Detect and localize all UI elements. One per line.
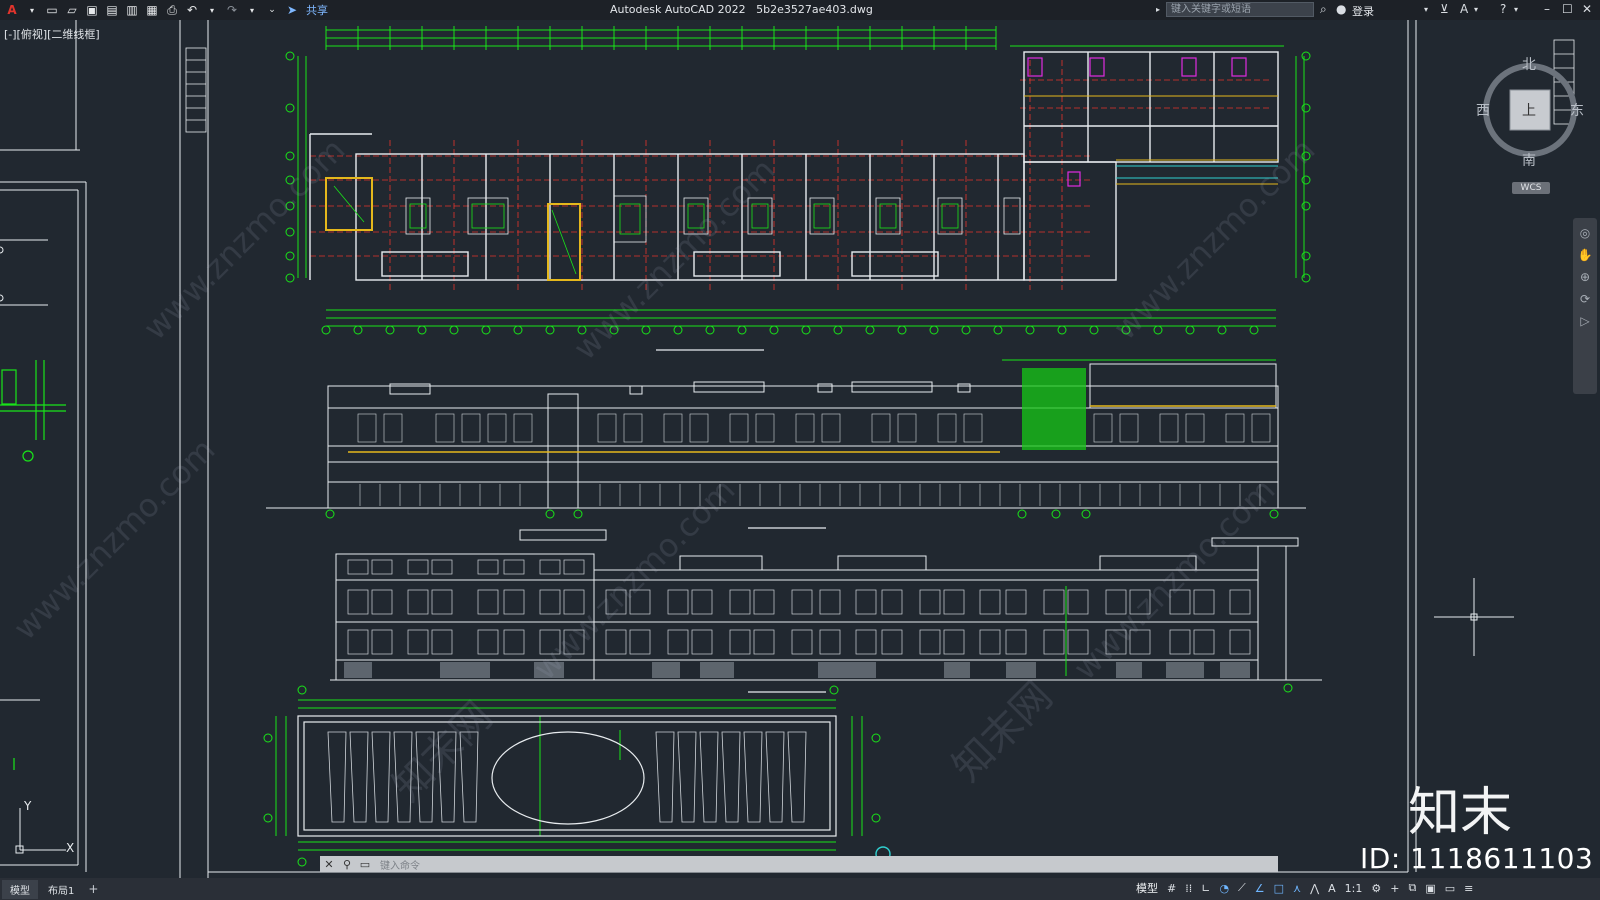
customize-command-icon[interactable]: ⚲ [338,858,356,871]
undo-icon[interactable]: ↶ [184,2,200,18]
customize-toolbar-icon[interactable]: ⌄ [264,2,280,18]
pan-icon[interactable]: ✋ [1573,248,1597,262]
snap-mode-icon[interactable]: ⁞⁞ [1185,882,1192,895]
view-cube[interactable]: 北 南 西 东 上 [1476,57,1588,170]
steering-wheel-icon[interactable]: ◎ [1573,226,1597,240]
search-input[interactable]: 键入关键字或短语 [1166,2,1314,17]
title-block-left [185,47,207,133]
login-dropdown-icon[interactable]: ▾ [1424,5,1428,14]
tab-layout1[interactable]: 布局1 [40,880,82,899]
cart-icon[interactable]: ⊻ [1440,2,1449,16]
login-button[interactable]: 登录 [1352,3,1374,19]
close-icon[interactable]: ✕ [1582,2,1592,16]
brand-logo: 知末 [1408,783,1513,843]
maximize-icon[interactable]: ☐ [1562,2,1573,16]
clean-screen-icon[interactable]: ▭ [1445,882,1455,895]
green-facade-panel [1022,368,1086,450]
compass-south[interactable]: 南 [1522,150,1536,170]
isolate-objects-icon[interactable]: ⧉ [1408,881,1416,895]
share-icon[interactable]: ➤ [284,2,300,18]
print-icon[interactable]: ⎙ [164,2,180,18]
user-icon[interactable]: ● [1336,2,1346,16]
add-layout-icon[interactable]: + [88,882,98,896]
annotation-scale-icon[interactable]: A [1328,882,1336,895]
command-line[interactable]: ✕ ⚲ ▭ 键入命令 [320,856,1278,872]
a360-dropdown-icon[interactable]: ▾ [1474,5,1478,14]
tab-model[interactable]: 模型 [2,879,38,899]
hardware-acceleration-icon[interactable]: ▣ [1425,882,1435,895]
svg-text:Y: Y [23,799,32,813]
save-as-icon[interactable]: ▤ [104,2,120,18]
model-space-button[interactable]: 模型 [1136,880,1158,896]
undo-dropdown-icon[interactable]: ▾ [204,2,220,18]
auto-scale-icon[interactable]: ⋀ [1310,882,1319,895]
autodesk-a360-icon[interactable]: A [1460,2,1468,16]
isodraft-icon[interactable]: ⟋ [1238,881,1246,895]
recent-commands-icon[interactable]: ▭ [356,858,374,871]
redo-dropdown-icon[interactable]: ▾ [244,2,260,18]
viewport-controls[interactable]: [-][俯视][二维线框] [4,26,100,42]
grid-icon[interactable]: # [1167,882,1176,895]
search-icon[interactable]: ⌕ [1320,2,1334,16]
navigation-bar: ◎ ✋ ⊕ ⟳ ▷ [1573,218,1597,394]
compass-west[interactable]: 西 [1476,100,1490,120]
quick-access-toolbar: A ▾ ▭ ▱ ▣ ▤ ▥ ▦ ⎙ ↶ ▾ ↷ ▾ ⌄ ➤ 共享 [0,0,328,20]
compass-north[interactable]: 北 [1522,54,1536,74]
print-preview-icon[interactable]: ▦ [144,2,160,18]
window-title: Autodesk AutoCAD 2022 5b2e3527ae403.dwg [610,3,873,16]
ortho-icon[interactable]: ∟ [1201,882,1210,895]
command-input[interactable]: 键入命令 [380,857,420,872]
crosshair-cursor [1434,578,1514,656]
publish-icon[interactable]: ▥ [124,2,140,18]
customize-status-icon[interactable]: ≡ [1464,882,1473,895]
object-snap-icon[interactable]: □ [1274,882,1284,895]
help-icon[interactable]: ? [1500,2,1506,16]
site-plan [263,685,881,867]
redo-icon[interactable]: ↷ [224,2,240,18]
help-dropdown-icon[interactable]: ▾ [1514,5,1518,14]
wcs-menu[interactable]: WCS [1512,182,1550,194]
app-menu-button[interactable]: A [4,2,20,18]
workspace-gear-icon[interactable]: ⚙ [1371,882,1381,895]
share-button[interactable]: 共享 [306,2,328,18]
object-snap-tracking-icon[interactable]: ∠ [1255,882,1265,895]
save-icon[interactable]: ▣ [84,2,100,18]
close-command-line-icon[interactable]: ✕ [320,858,338,871]
floor-plan [285,26,1311,351]
zoom-extents-icon[interactable]: ⊕ [1573,270,1597,284]
polar-tracking-icon[interactable]: ◔ [1219,882,1229,895]
annotation-visibility-icon[interactable]: ⋏ [1293,882,1301,895]
annotation-scale-value[interactable]: 1:1 [1345,882,1363,895]
plus-icon[interactable]: + [1390,882,1399,895]
status-toolbar: 模型 # ⁞⁞ ∟ ◔ ⟋ ∠ □ ⋏ ⋀ A 1:1 ⚙ + ⧉ ▣ ▭ ≡ [1136,880,1473,896]
ucs-icon: Y X [15,799,74,855]
elevation-2 [330,529,1322,693]
showmotion-icon[interactable]: ▷ [1573,314,1597,328]
left-partial-drawing [0,20,1417,878]
file-name: 5b2e3527ae403.dwg [756,3,873,16]
new-file-icon[interactable]: ▭ [44,2,60,18]
title-bar: A ▾ ▭ ▱ ▣ ▤ ▥ ▦ ⎙ ↶ ▾ ↷ ▾ ⌄ ➤ 共享 Autodes… [0,0,1600,20]
app-menu-dropdown-icon[interactable]: ▾ [24,2,40,18]
drawing-canvas[interactable]: Y X [0,20,1600,878]
open-folder-icon[interactable]: ▱ [64,2,80,18]
view-cube-face-top[interactable]: 上 [1522,100,1536,120]
orbit-icon[interactable]: ⟳ [1573,292,1597,306]
app-title: Autodesk AutoCAD 2022 [610,3,746,16]
left-green-detail [0,360,66,770]
search-expand-icon[interactable]: ▸ [1156,5,1160,14]
compass-east[interactable]: 东 [1570,100,1584,120]
elevation-1 [266,359,1306,529]
asset-id: ID: 1118611103 [1360,842,1594,875]
minimize-icon[interactable]: – [1544,2,1550,16]
svg-text:X: X [66,841,74,855]
